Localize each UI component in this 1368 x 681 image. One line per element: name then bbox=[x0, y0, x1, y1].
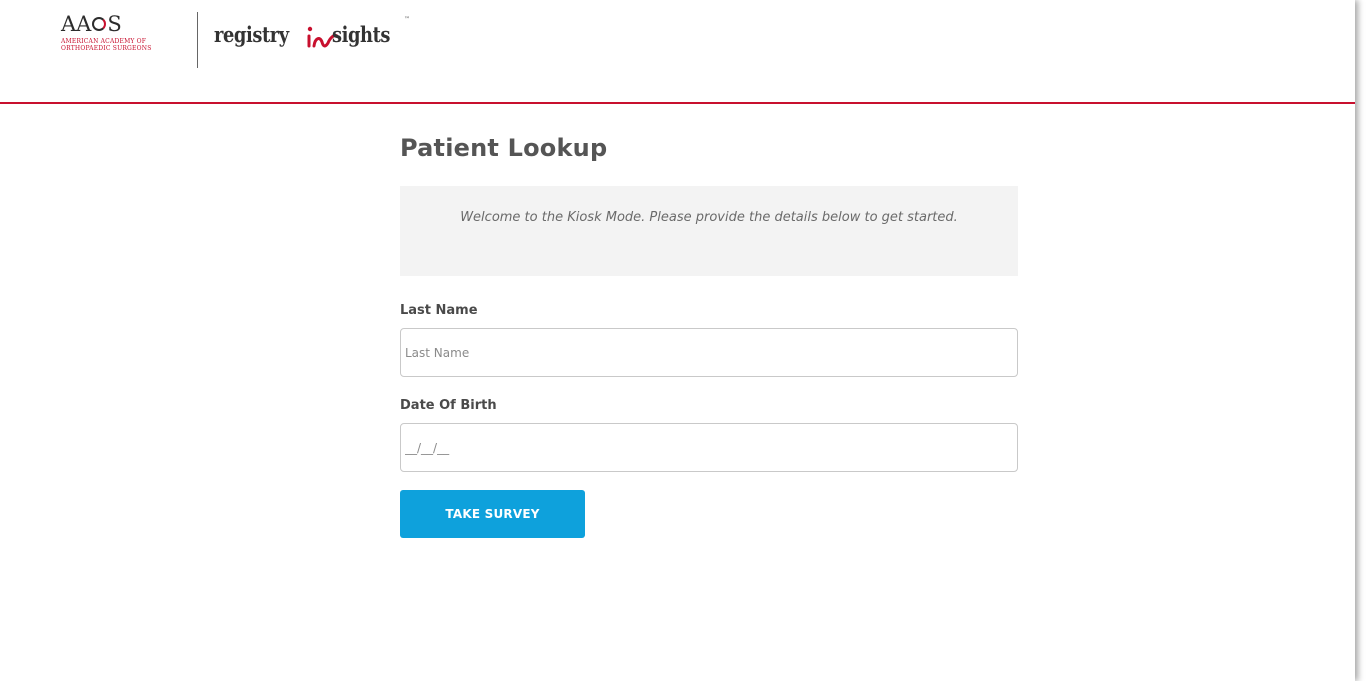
aaos-subtitle-line2: Orthopaedic Surgeons bbox=[61, 45, 152, 52]
aaos-subtitle-line1: American Academy of bbox=[61, 38, 147, 45]
page: AA S American Academy of Orthopaedic Surg… bbox=[0, 0, 1355, 681]
aaos-logo[interactable]: AA S American Academy of Orthopaedic Surg… bbox=[61, 12, 181, 52]
take-survey-button[interactable]: TAKE SURVEY bbox=[400, 490, 585, 538]
aaos-o-ring-icon bbox=[92, 17, 107, 31]
trademark-symbol: ™ bbox=[404, 16, 410, 23]
registry-logo-word-left: registry bbox=[214, 22, 289, 47]
date-of-birth-label: Date Of Birth bbox=[400, 398, 497, 413]
registry-insights-logo[interactable]: registry sights ™ bbox=[214, 10, 434, 60]
registry-logo-word-right: sights bbox=[332, 22, 391, 47]
aaos-subtitle: American Academy of Orthopaedic Surgeons bbox=[61, 38, 181, 52]
logo-divider bbox=[197, 12, 198, 68]
last-name-input[interactable] bbox=[400, 328, 1018, 377]
page-title: Patient Lookup bbox=[400, 134, 608, 162]
aaos-logo-mark: AA S bbox=[61, 12, 181, 36]
aaos-mark-left: AA bbox=[61, 12, 92, 36]
date-of-birth-input[interactable] bbox=[400, 423, 1018, 472]
welcome-message-box: Welcome to the Kiosk Mode. Please provid… bbox=[400, 186, 1018, 276]
aaos-mark-right: S bbox=[107, 12, 122, 36]
patient-lookup-form: Patient Lookup Welcome to the Kiosk Mode… bbox=[400, 102, 1018, 538]
welcome-message: Welcome to the Kiosk Mode. Please provid… bbox=[460, 210, 958, 225]
last-name-label: Last Name bbox=[400, 303, 478, 318]
site-header: AA S American Academy of Orthopaedic Surg… bbox=[0, 0, 1355, 104]
